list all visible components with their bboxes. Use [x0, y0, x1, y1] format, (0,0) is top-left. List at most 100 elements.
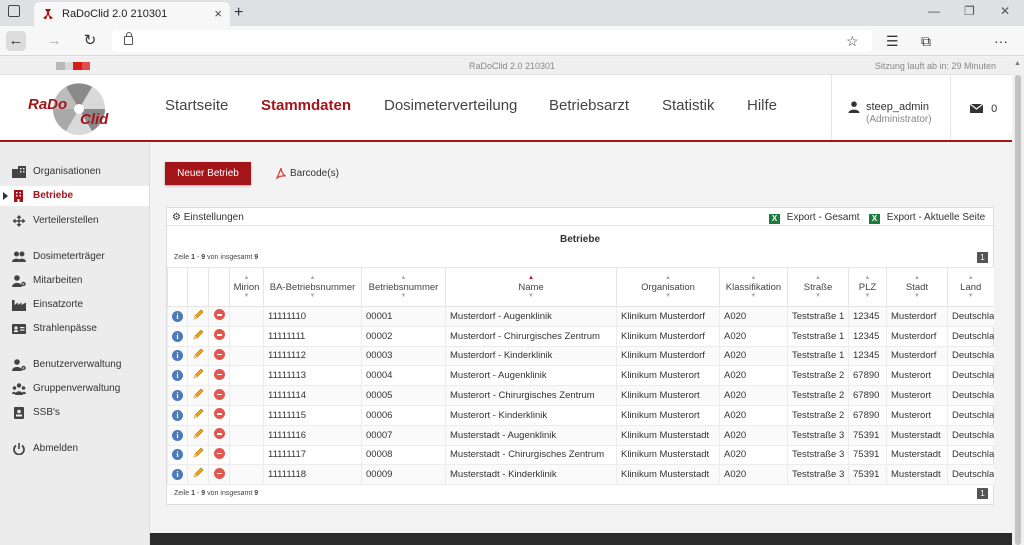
delete-icon[interactable]: [213, 329, 225, 341]
sidebar-item-strahlenpaesse[interactable]: Strahlenpässe: [0, 319, 149, 339]
cell-plz: 12345: [848, 326, 887, 347]
page-scrollbar[interactable]: ▲: [1012, 57, 1024, 545]
favorites-icon[interactable]: ☰: [886, 33, 899, 49]
header-name[interactable]: ▲ Name ▼: [445, 267, 617, 307]
header-ba-betriebsnummer[interactable]: ▲ BA-Betriebsnummer ▼: [263, 267, 362, 307]
address-bar[interactable]: [112, 30, 872, 52]
table-row[interactable]: i 11111113 00004 Musterort - Augenklinik Kli…: [167, 365, 994, 387]
header-betriebsnummer[interactable]: ▲ Betriebsnummer ▼: [361, 267, 446, 307]
nav-stammdaten[interactable]: Stammdaten: [261, 97, 351, 114]
pencil-icon[interactable]: [192, 329, 204, 341]
messages-button[interactable]: 0: [969, 103, 997, 115]
scrollbar-thumb[interactable]: [1015, 75, 1021, 545]
table-row[interactable]: i 11111117 00008 Musterstadt - Chirurgische…: [167, 445, 994, 466]
tab-close-icon[interactable]: ×: [214, 2, 222, 26]
info-icon[interactable]: i: [172, 449, 183, 461]
new-tab-button[interactable]: +: [234, 2, 243, 24]
sidebar-item-einsatzorte[interactable]: Einsatzorte: [0, 295, 149, 315]
table-row[interactable]: i 11111114 00005 Musterort - Chirurgisches …: [167, 385, 994, 406]
pencil-icon[interactable]: [192, 447, 204, 459]
info-icon[interactable]: i: [172, 370, 183, 382]
sidebar-item-organisationen[interactable]: Organisationen: [0, 162, 149, 182]
tab-actions-icon[interactable]: [8, 5, 20, 17]
delete-icon[interactable]: [213, 368, 225, 380]
sidebar-item-dosimetertraeger[interactable]: Dosimeterträger: [0, 247, 149, 267]
pencil-icon[interactable]: [192, 309, 204, 321]
window-close-button[interactable]: ✕: [1000, 4, 1010, 18]
pencil-icon[interactable]: [192, 467, 204, 479]
nav-startseite[interactable]: Startseite: [165, 97, 228, 114]
sidebar-item-benutzerverwaltung[interactable]: Benutzerverwaltung: [0, 355, 149, 375]
sort-down-icon: ▼: [243, 292, 250, 299]
pencil-icon[interactable]: [192, 408, 204, 420]
info-icon[interactable]: i: [172, 310, 183, 322]
export-all-button[interactable]: X Export - Gesamt: [769, 212, 860, 224]
sidebar-item-betriebe[interactable]: Betriebe: [0, 186, 149, 206]
info-icon[interactable]: i: [172, 469, 183, 481]
new-betrieb-button[interactable]: Neuer Betrieb: [165, 162, 251, 185]
page-number-button[interactable]: 1: [977, 252, 988, 263]
delete-icon[interactable]: [213, 467, 225, 479]
window-restore-button[interactable]: ❐: [964, 4, 975, 18]
scroll-up-icon[interactable]: ▲: [1014, 60, 1021, 67]
table-row[interactable]: i 11111111 00002 Musterdorf - Chirurgisches…: [167, 326, 994, 347]
settings-more-button[interactable]: ···: [994, 33, 1008, 49]
table-row[interactable]: i 11111110 00001 Musterdorf - Augenklinik Kl…: [167, 306, 994, 327]
nav-statistik[interactable]: Statistik: [662, 97, 715, 114]
header-klassifikation[interactable]: ▲ Klassifikation ▼: [719, 267, 788, 307]
header-plz[interactable]: ▲ PLZ ▼: [848, 267, 887, 307]
info-icon[interactable]: i: [172, 330, 183, 342]
info-icon[interactable]: i: [172, 429, 183, 441]
browser-tab[interactable]: RaDoClid 2.0 210301 ×: [34, 2, 230, 26]
info-icon[interactable]: i: [172, 390, 183, 402]
sidebar-item-ssbs[interactable]: SSB's: [0, 403, 149, 423]
header-mirion[interactable]: ▲ Mirion ▼: [229, 267, 264, 307]
pencil-icon[interactable]: [192, 348, 204, 360]
sidebar-item-mitarbeiten[interactable]: Mitarbeiten: [0, 271, 149, 291]
export-page-button[interactable]: X Export - Aktuelle Seite: [869, 212, 985, 224]
info-icon[interactable]: i: [172, 350, 183, 362]
header-stadt[interactable]: ▲ Stadt ▼: [886, 267, 948, 307]
nav-dosimeterverteilung[interactable]: Dosimeterverteilung: [384, 97, 517, 114]
nav-betriebsarzt[interactable]: Betriebsarzt: [549, 97, 629, 114]
reload-button[interactable]: ↻: [80, 31, 100, 51]
info-icon[interactable]: i: [172, 409, 183, 421]
nav-hilfe[interactable]: Hilfe: [747, 97, 777, 114]
sort-down-icon: ▼: [967, 292, 974, 299]
pencil-icon[interactable]: [192, 428, 204, 440]
collections-icon[interactable]: ⧉: [921, 33, 931, 49]
header-land[interactable]: ▲ Land ▼: [947, 267, 994, 307]
delete-icon[interactable]: [213, 447, 225, 459]
sidebar-item-abmelden[interactable]: Abmelden: [0, 439, 149, 459]
header-strasse[interactable]: ▲ Straße ▼: [787, 267, 849, 307]
cell-klassifikation: A020: [719, 385, 788, 406]
pencil-icon[interactable]: [192, 368, 204, 380]
delete-icon[interactable]: [213, 388, 225, 400]
delete-icon[interactable]: [213, 348, 225, 360]
export-page-label: Export - Aktuelle Seite: [886, 212, 986, 223]
cell-land: Deutschland: [947, 306, 994, 327]
sidebar-item-verteilerstellen[interactable]: Verteilerstellen: [0, 211, 149, 231]
header-organisation[interactable]: ▲ Organisation ▼: [616, 267, 720, 307]
delete-icon[interactable]: [213, 428, 225, 440]
back-button[interactable]: ←: [6, 31, 26, 51]
table-row[interactable]: i 11111118 00009 Musterstadt - Kinderklinik…: [167, 464, 994, 486]
cell-mirion: [229, 445, 264, 466]
sidebar-item-gruppenverwaltung[interactable]: Gruppenverwaltung: [0, 379, 149, 399]
page-number-button[interactable]: 1: [977, 488, 988, 499]
cell-plz: 75391: [848, 425, 887, 446]
forward-button[interactable]: →: [44, 31, 64, 51]
table-row[interactable]: i 11111112 00003 Musterdorf - Kinderklinik K…: [167, 346, 994, 367]
pencil-icon[interactable]: [192, 388, 204, 400]
sidebar-item-label: Organisationen: [33, 166, 101, 177]
delete-icon[interactable]: [213, 408, 225, 420]
radoclid-logo[interactable]: RaDo Clid: [24, 79, 134, 139]
add-favorite-icon[interactable]: ☆: [846, 33, 859, 49]
settings-button[interactable]: ⚙ Einstellungen: [172, 212, 244, 223]
table-row[interactable]: i 11111115 00006 Musterort - Kinderklinik Kl…: [167, 405, 994, 426]
cell-stadt: Musterdorf: [886, 326, 948, 347]
window-minimize-button[interactable]: —: [928, 4, 940, 18]
cell-edit: [187, 385, 209, 406]
table-row[interactable]: i 11111116 00007 Musterstadt - Augenklinik K…: [167, 425, 994, 446]
delete-icon[interactable]: [213, 309, 225, 321]
